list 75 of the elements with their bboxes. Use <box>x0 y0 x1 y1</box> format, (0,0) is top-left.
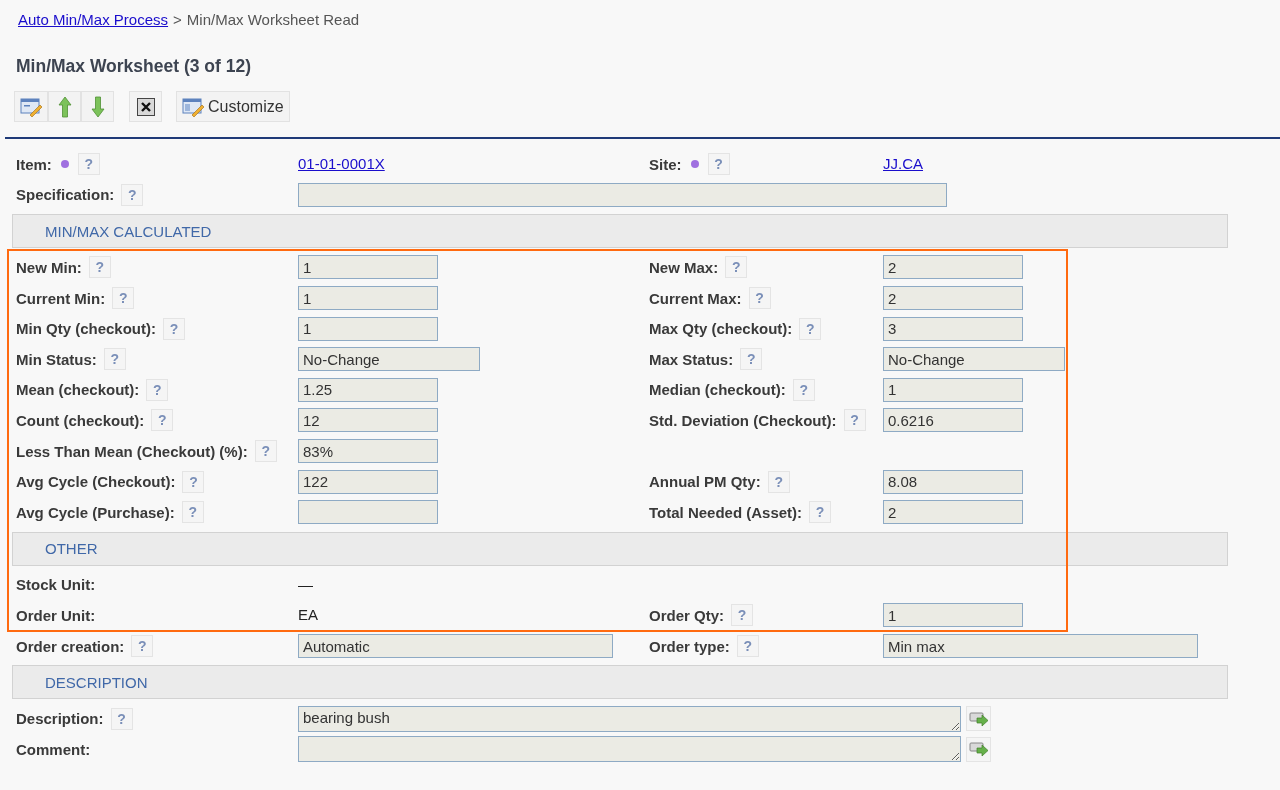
breadcrumb-current: Min/Max Worksheet Read <box>186 10 360 28</box>
read-only-field[interactable]: 12 <box>298 408 438 433</box>
read-only-field[interactable]: 83% <box>298 439 438 464</box>
field-label: Specification: <box>16 186 115 204</box>
read-only-field[interactable]: 1 <box>883 377 1023 402</box>
read-only-field[interactable]: 1 <box>298 286 438 311</box>
field-label: Total Needed (Asset): <box>649 503 803 521</box>
field-label: Order creation: <box>16 637 125 655</box>
read-only-field[interactable]: Min max <box>883 634 1198 658</box>
section-title: DESCRIPTION <box>45 673 148 691</box>
comment-arrow-icon <box>968 710 989 727</box>
field-label: Std. Deviation (Checkout): <box>649 411 837 429</box>
field-label: Order Unit: <box>16 606 96 624</box>
read-only-field[interactable] <box>298 500 438 525</box>
field-label: Avg Cycle (Checkout): <box>16 473 176 491</box>
field-value: — <box>298 575 313 593</box>
field-label: Less Than Mean (Checkout) (%): <box>16 442 248 460</box>
page-title: Min/Max Worksheet (3 of 12) <box>16 56 252 77</box>
read-only-field[interactable]: 2 <box>883 255 1023 280</box>
customize-button[interactable]: Customize <box>176 91 290 122</box>
read-only-field[interactable] <box>298 182 947 207</box>
read-only-field[interactable]: No-Change <box>298 347 480 372</box>
field-label: Annual PM Qty: <box>649 473 761 491</box>
section-title: MIN/MAX CALCULATED <box>45 222 212 240</box>
read-only-field[interactable]: 2 <box>883 500 1023 525</box>
read-only-field[interactable]: No-Change <box>883 347 1065 372</box>
breadcrumb-separator: > <box>173 10 182 28</box>
field-label: Min Qty (checkout): <box>16 320 156 338</box>
field-label: New Min: <box>16 259 82 276</box>
read-only-field[interactable]: 122 <box>298 469 438 494</box>
comment-arrow-icon <box>968 741 989 758</box>
read-only-field[interactable]: 1 <box>298 316 438 341</box>
section-title: OTHER <box>45 540 98 558</box>
field-label: Mean (checkout): <box>16 381 140 399</box>
field-value: EA <box>298 606 318 624</box>
read-only-field[interactable]: 1 <box>883 603 1023 628</box>
field-label: Current Min: <box>16 289 106 307</box>
read-only-field[interactable]: 3 <box>883 316 1023 341</box>
record-link[interactable]: JJ.CA <box>883 155 923 173</box>
text-area-field[interactable] <box>298 736 961 763</box>
field-label: Min Status: <box>16 350 97 368</box>
read-only-field[interactable]: 1.25 <box>298 377 438 402</box>
customize-form-icon <box>182 96 204 117</box>
field-label: New Max: <box>649 259 719 276</box>
field-label: Count (checkout): <box>16 411 145 429</box>
arrow-down-icon <box>90 95 105 118</box>
insert-text-button[interactable] <box>966 736 991 762</box>
read-only-field[interactable]: 2 <box>883 286 1023 311</box>
field-label: Max Status: <box>649 350 734 368</box>
text-area-field[interactable]: bearing bush <box>298 705 961 732</box>
close-icon <box>136 97 155 116</box>
field-label: Order Qty: <box>649 606 724 624</box>
field-label: Median (checkout): <box>649 381 786 399</box>
field-label: Order type: <box>649 637 730 655</box>
up-button[interactable] <box>48 91 81 122</box>
edit-button[interactable] <box>14 91 48 122</box>
read-only-field[interactable]: 8.08 <box>883 469 1023 494</box>
breadcrumb-link[interactable]: Auto Min/Max Process <box>18 10 169 28</box>
read-only-field[interactable]: 1 <box>298 255 438 280</box>
field-label: Description: <box>16 710 104 728</box>
field-label: Item: <box>16 155 52 173</box>
read-only-field[interactable]: Automatic <box>298 634 613 658</box>
read-only-field[interactable]: 0.6216 <box>883 408 1023 433</box>
field-label: Stock Unit: <box>16 576 96 594</box>
record-link[interactable]: 01-01-0001X <box>298 155 385 173</box>
insert-text-button[interactable] <box>966 706 991 732</box>
field-label: Current Max: <box>649 289 742 307</box>
field-label: Max Qty (checkout): <box>649 320 793 338</box>
edit-form-icon <box>20 96 42 117</box>
close-button[interactable] <box>129 91 162 122</box>
field-label: Avg Cycle (Purchase): <box>16 503 175 521</box>
field-label: Site: <box>649 155 682 173</box>
arrow-up-icon <box>57 95 72 118</box>
field-label: Comment: <box>16 740 91 758</box>
down-button[interactable] <box>81 91 114 122</box>
